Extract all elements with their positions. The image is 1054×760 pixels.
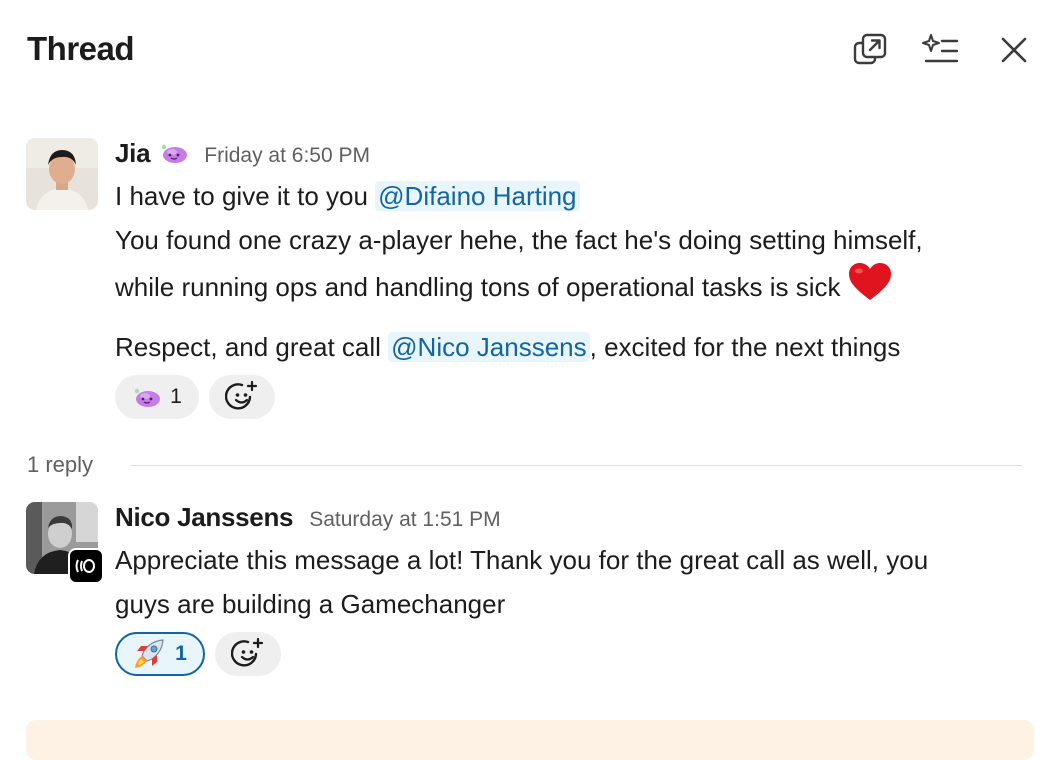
mention-nico[interactable]: @Nico Janssens bbox=[388, 332, 590, 362]
message-jia: Jia Friday at 6:50 PM I have to give it … bbox=[26, 138, 1036, 428]
ai-summary-button[interactable] bbox=[918, 28, 962, 72]
author-name[interactable]: Jia bbox=[115, 138, 151, 169]
add-reaction-button[interactable] bbox=[209, 375, 275, 419]
rocket-icon bbox=[135, 639, 164, 668]
reply-count-label: 1 reply bbox=[27, 452, 94, 477]
sparkle-list-icon bbox=[922, 34, 959, 63]
reaction-bar: 1 bbox=[115, 375, 1036, 419]
timestamp[interactable]: Friday at 6:50 PM bbox=[204, 144, 370, 168]
text-line: Appreciate this message a lot! Thank you… bbox=[115, 545, 929, 575]
text-line: You found one crazy a-player hehe, the f… bbox=[115, 225, 923, 255]
divider-line bbox=[131, 465, 1022, 466]
message-text: Appreciate this message a lot! Thank you… bbox=[115, 538, 1036, 626]
author-name[interactable]: Nico Janssens bbox=[115, 502, 294, 533]
avatar[interactable] bbox=[26, 138, 98, 210]
close-icon bbox=[1001, 37, 1027, 63]
open-in-window-icon bbox=[853, 33, 887, 65]
message-text: I have to give it to you @Difaino Hartin… bbox=[115, 174, 1036, 369]
page-title: Thread bbox=[27, 30, 135, 67]
thread-header: Thread bbox=[0, 0, 1054, 100]
message-nico: Nico Janssens Saturday at 1:51 PM Apprec… bbox=[26, 502, 1036, 692]
company-logo-icon bbox=[75, 559, 95, 573]
reaction-count: 1 bbox=[175, 642, 187, 665]
add-reaction-button[interactable] bbox=[215, 632, 281, 676]
reply-composer-banner[interactable] bbox=[26, 720, 1034, 760]
reaction-rocket[interactable]: 1 bbox=[115, 632, 205, 676]
timestamp[interactable]: Saturday at 1:51 PM bbox=[309, 508, 500, 532]
reaction-bar: 1 bbox=[115, 632, 1036, 676]
add-emoji-icon bbox=[225, 380, 258, 410]
open-in-window-button[interactable] bbox=[848, 28, 892, 72]
company-badge bbox=[68, 548, 104, 584]
message-body: Nico Janssens Saturday at 1:51 PM Apprec… bbox=[115, 502, 1036, 676]
text-segment: , excited for the next things bbox=[589, 332, 901, 362]
message-body: Jia Friday at 6:50 PM I have to give it … bbox=[115, 138, 1036, 419]
mention-difaino[interactable]: @Difaino Harting bbox=[375, 181, 580, 211]
reaction-count: 1 bbox=[170, 385, 182, 408]
text-segment: Respect, and great call bbox=[115, 332, 389, 362]
reaction-purple-blob[interactable]: 1 bbox=[115, 375, 199, 419]
text-line: guys are building a Gamechanger bbox=[115, 589, 506, 619]
close-thread-button[interactable] bbox=[992, 28, 1036, 72]
user-photo bbox=[26, 138, 98, 210]
add-emoji-icon bbox=[231, 637, 264, 667]
red-heart-icon bbox=[848, 263, 891, 300]
text-line: while running ops and handling tons of o… bbox=[115, 272, 841, 302]
reply-count-divider: 1 reply bbox=[27, 450, 1022, 480]
text-segment: I have to give it to you bbox=[115, 181, 376, 211]
purple-blob-icon bbox=[134, 388, 161, 407]
purple-blob-status-icon bbox=[162, 144, 188, 163]
